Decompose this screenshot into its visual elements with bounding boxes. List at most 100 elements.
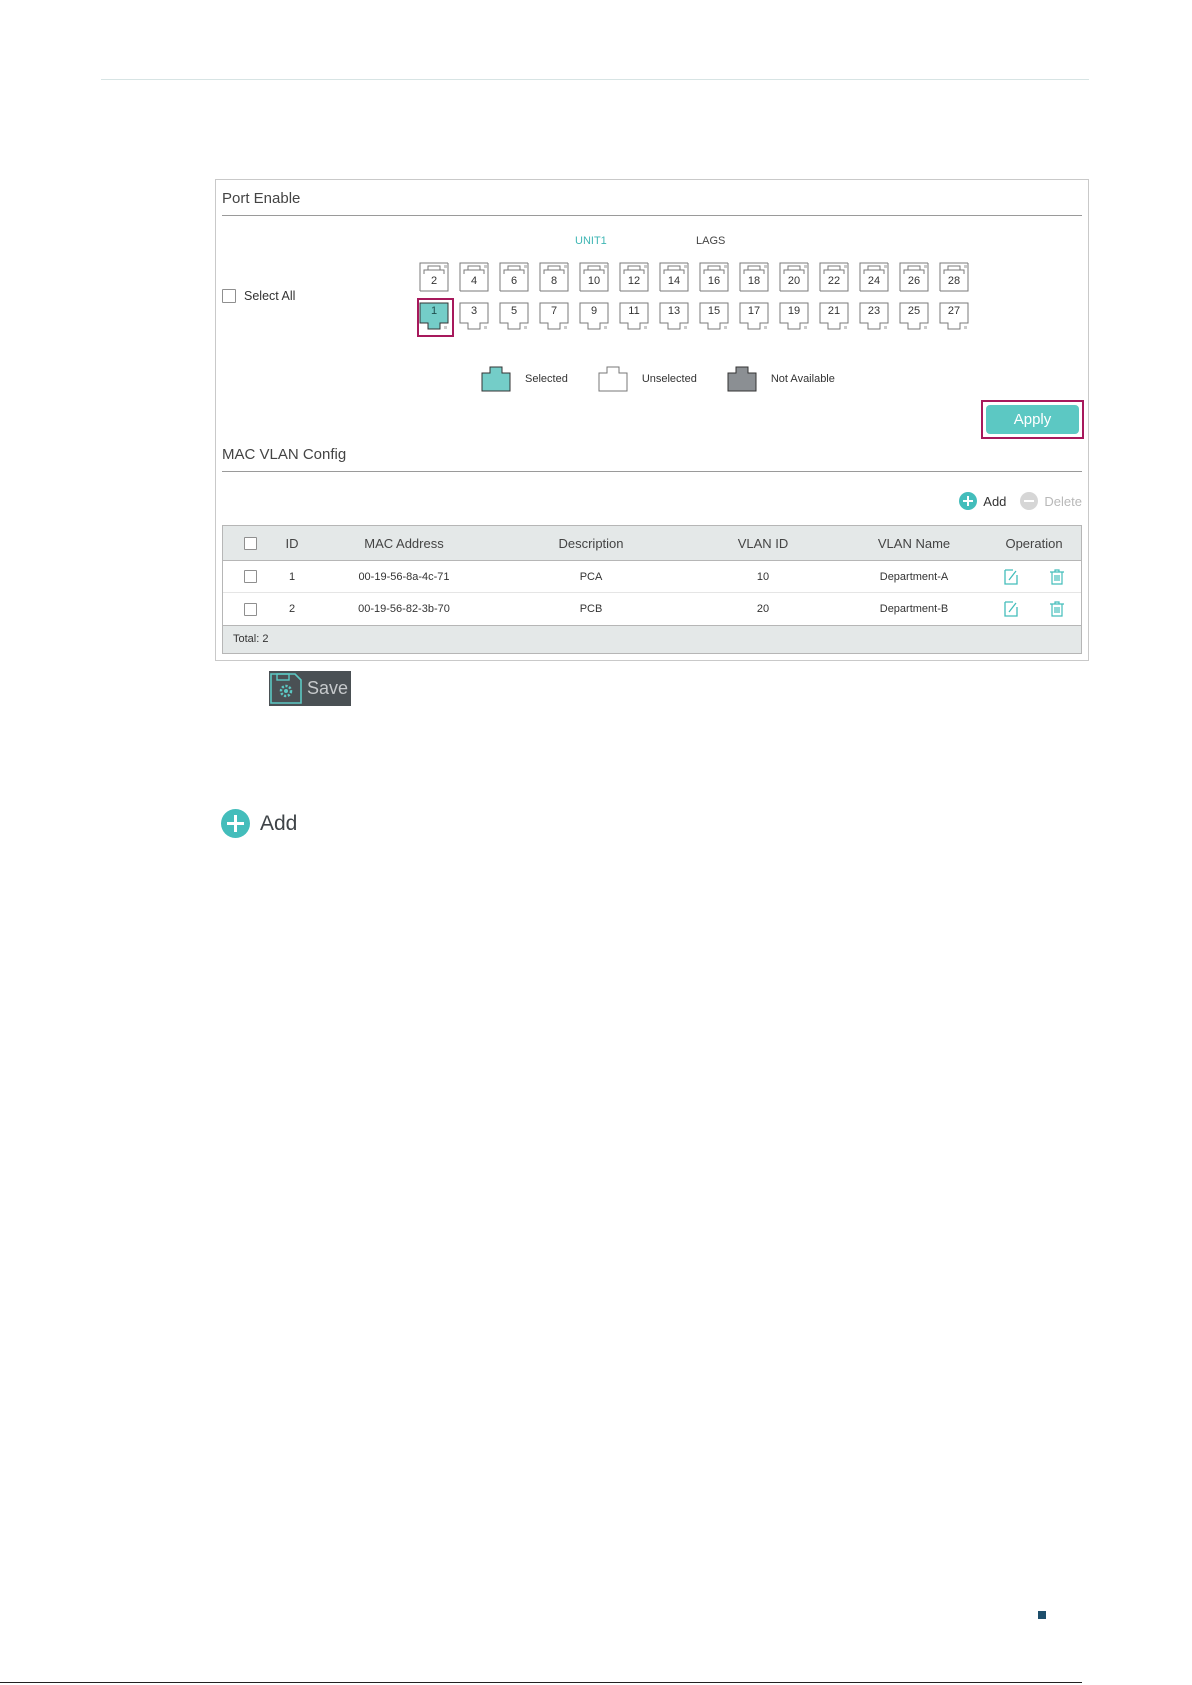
- add-entry-button[interactable]: Add: [959, 492, 1006, 510]
- legend-not-available-label: Not Available: [770, 373, 835, 385]
- port-16[interactable]: 16: [699, 262, 729, 292]
- unselected-port-icon: [598, 366, 628, 392]
- port-number-label: 13: [667, 305, 681, 317]
- port-28[interactable]: 28: [939, 262, 969, 292]
- port-4[interactable]: 4: [459, 262, 489, 292]
- port-26[interactable]: 26: [899, 262, 929, 292]
- delete-entry-button[interactable]: Delete: [1020, 492, 1082, 510]
- header-vlan-name: VLAN Name: [877, 535, 951, 551]
- port-row-odd: 1 3 5 7 9 11 13 15 17 19 21 23 25 27: [419, 302, 979, 332]
- header-operation: Operation: [1005, 535, 1063, 551]
- trash-icon[interactable]: [1049, 600, 1065, 618]
- select-all-checkbox[interactable]: Select All: [222, 289, 295, 303]
- port-number-label: 7: [550, 305, 558, 317]
- apply-button[interactable]: Apply: [986, 405, 1079, 434]
- row-checkbox[interactable]: [243, 570, 257, 583]
- port-23[interactable]: 23: [859, 302, 889, 332]
- row-mac-address: 00-19-56-8a-4c-71: [358, 570, 450, 583]
- port-number-label: 25: [907, 305, 921, 317]
- port-number-label: 27: [947, 305, 961, 317]
- port-number-label: 22: [827, 275, 841, 287]
- port-number-label: 4: [470, 275, 478, 287]
- header-description: Description: [558, 535, 624, 551]
- port-8[interactable]: 8: [539, 262, 569, 292]
- minus-circle-icon: [1020, 492, 1039, 510]
- port-13[interactable]: 13: [659, 302, 689, 332]
- port-number-label: 3: [470, 305, 478, 317]
- port-24[interactable]: 24: [859, 262, 889, 292]
- port-3[interactable]: 3: [459, 302, 489, 332]
- port-5[interactable]: 5: [499, 302, 529, 332]
- checkbox-icon[interactable]: [222, 289, 236, 303]
- port-11[interactable]: 11: [619, 302, 649, 332]
- port-18[interactable]: 18: [739, 262, 769, 292]
- trash-icon[interactable]: [1049, 568, 1065, 586]
- port-number-label: 1: [430, 305, 438, 317]
- add-button-illustration[interactable]: Add: [221, 809, 297, 838]
- legend-selected: Selected: [481, 366, 568, 392]
- row-id: 2: [288, 603, 296, 615]
- edit-icon[interactable]: [1003, 600, 1019, 618]
- mac-vlan-config-panel: Port Enable Select All UNIT1 LAGS 2 4 6 8 10…: [215, 179, 1089, 661]
- port-7[interactable]: 7: [539, 302, 569, 332]
- port-19[interactable]: 19: [779, 302, 809, 332]
- port-number-label: 15: [707, 305, 721, 317]
- row-checkbox-cell: [223, 561, 277, 592]
- page-top-divider: [101, 79, 1089, 80]
- header-mac-address: MAC Address: [364, 535, 444, 551]
- selected-port-icon: [481, 366, 511, 392]
- port-9[interactable]: 9: [579, 302, 609, 332]
- port-number-label: 10: [587, 275, 601, 287]
- port-number-label: 14: [667, 275, 681, 287]
- add-button-label: Add: [260, 811, 298, 835]
- save-label: Save: [307, 678, 349, 698]
- port-27[interactable]: 27: [939, 302, 969, 332]
- port-21[interactable]: 21: [819, 302, 849, 332]
- row-vlan-id: 20: [756, 603, 770, 615]
- table-header: ID MAC Address Description VLAN ID VLAN …: [223, 526, 1081, 561]
- add-entry-label: Add: [983, 493, 1007, 509]
- port-15[interactable]: 15: [699, 302, 729, 332]
- port-25[interactable]: 25: [899, 302, 929, 332]
- tab-unit1[interactable]: UNIT1: [575, 235, 607, 247]
- port-17[interactable]: 17: [739, 302, 769, 332]
- plus-circle-icon: [221, 809, 250, 838]
- port-number-label: 11: [628, 305, 640, 317]
- mac-vlan-table: ID MAC Address Description VLAN ID VLAN …: [222, 525, 1082, 654]
- header-vlan-id: VLAN ID: [737, 535, 789, 551]
- row-vlan-name: Department-A: [879, 570, 949, 583]
- edit-icon[interactable]: [1003, 568, 1019, 586]
- port-1[interactable]: 1: [419, 302, 449, 332]
- page-corner-marker: [1038, 1611, 1046, 1619]
- port-12[interactable]: 12: [619, 262, 649, 292]
- row-description: PCB: [579, 603, 603, 615]
- port-number-label: 12: [627, 275, 641, 287]
- row-vlan-name: Department-B: [879, 603, 949, 615]
- port-20[interactable]: 20: [779, 262, 809, 292]
- row-mac-address: 00-19-56-82-3b-70: [358, 603, 450, 615]
- port-22[interactable]: 22: [819, 262, 849, 292]
- table-row: 2 00-19-56-82-3b-70 PCB 20 Department-B: [223, 593, 1081, 625]
- port-number-label: 26: [907, 275, 921, 287]
- port-number-label: 19: [787, 305, 801, 317]
- row-description: PCA: [579, 570, 603, 583]
- apply-highlight-box: Apply: [981, 400, 1084, 439]
- port-10[interactable]: 10: [579, 262, 609, 292]
- port-number-label: 9: [590, 305, 598, 317]
- legend-selected-label: Selected: [525, 373, 568, 385]
- select-all-label: Select All: [244, 289, 296, 303]
- port-2[interactable]: 2: [419, 262, 449, 292]
- not-available-port-icon: [727, 366, 757, 392]
- tab-lags[interactable]: LAGS: [696, 235, 725, 247]
- port-6[interactable]: 6: [499, 262, 529, 292]
- save-button[interactable]: Save: [269, 671, 351, 706]
- row-operation: [987, 593, 1081, 625]
- page-bottom-rule: [0, 1682, 1082, 1683]
- table-total: Total: 2: [223, 625, 1081, 653]
- port-row-even: 2 4 6 8 10 12 14 16 18 20 22 24 26 28: [419, 262, 979, 292]
- port-number-label: 2: [430, 275, 438, 287]
- port-14[interactable]: 14: [659, 262, 689, 292]
- table-row: 1 00-19-56-8a-4c-71 PCA 10 Department-A: [223, 561, 1081, 593]
- header-checkbox[interactable]: [243, 536, 257, 550]
- row-checkbox[interactable]: [243, 602, 257, 616]
